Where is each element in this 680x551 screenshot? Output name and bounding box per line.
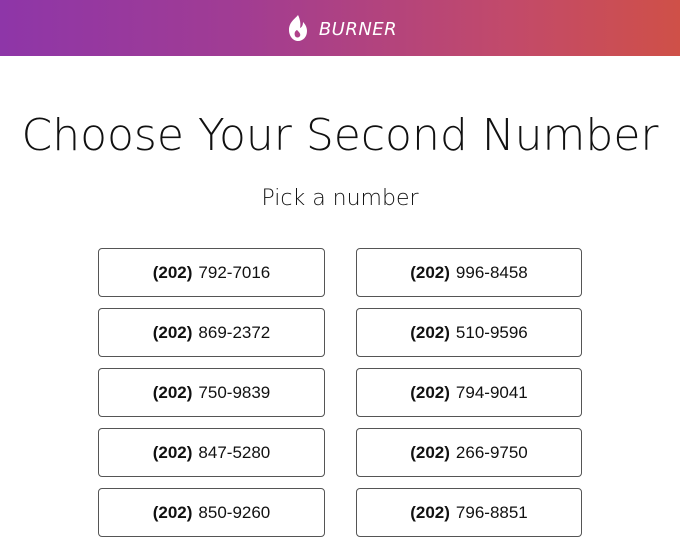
page-title: Choose Your Second Number (21, 110, 659, 161)
number-option-button[interactable]: (202) 996-8458 (356, 248, 582, 297)
number-option-button[interactable]: (202) 266-9750 (356, 428, 582, 477)
local-number: 794-9041 (455, 382, 528, 402)
area-code: (202) (410, 382, 450, 402)
number-option-button[interactable]: (202) 869-2372 (98, 308, 325, 357)
page-subtitle: Pick a number (261, 186, 419, 211)
brand[interactable]: BURNER (283, 13, 397, 43)
local-number: 796-8851 (455, 502, 528, 522)
area-code: (202) (152, 322, 193, 342)
local-number: 850-9260 (198, 502, 271, 522)
local-number: 847-5280 (198, 442, 271, 462)
number-option-button[interactable]: (202) 750-9839 (98, 368, 325, 417)
area-code: (202) (152, 442, 193, 462)
area-code: (202) (410, 322, 450, 342)
local-number: 266-9750 (455, 442, 528, 462)
area-code: (202) (152, 382, 193, 402)
area-code: (202) (410, 442, 450, 462)
area-code: (202) (410, 262, 450, 282)
local-number: 792-7016 (198, 262, 271, 282)
local-number: 996-8458 (455, 262, 528, 282)
local-number: 510-9596 (455, 322, 528, 342)
number-option-button[interactable]: (202) 510-9596 (356, 308, 582, 357)
local-number: 869-2372 (198, 322, 271, 342)
number-grid: (202) 792-7016 (202) 996-8458 (202) 869-… (98, 248, 582, 537)
local-number: 750-9839 (198, 382, 271, 402)
area-code: (202) (152, 502, 193, 522)
number-option-button[interactable]: (202) 794-9041 (356, 368, 582, 417)
area-code: (202) (152, 262, 193, 282)
flame-icon (288, 15, 307, 41)
brand-name: BURNER (318, 18, 398, 40)
number-option-button[interactable]: (202) 792-7016 (98, 248, 325, 297)
number-option-button[interactable]: (202) 850-9260 (98, 488, 325, 537)
number-option-button[interactable]: (202) 847-5280 (98, 428, 325, 477)
header-bar: BURNER (0, 0, 680, 56)
number-option-button[interactable]: (202) 796-8851 (356, 488, 582, 537)
area-code: (202) (410, 502, 450, 522)
